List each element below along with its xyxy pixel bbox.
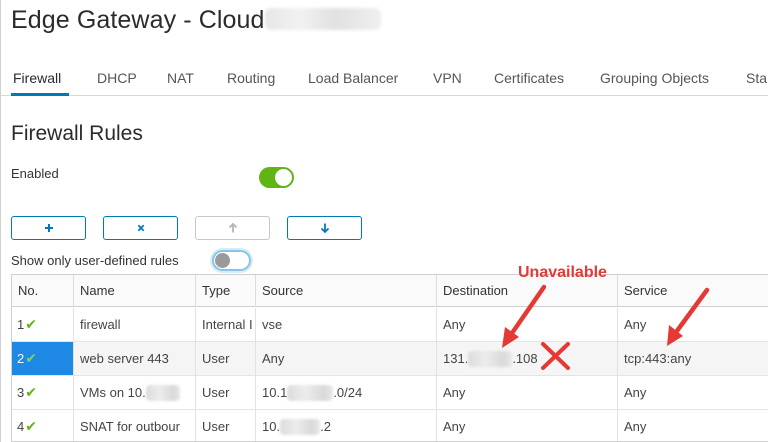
x-icon [137, 224, 144, 232]
check-icon: ✔ [25, 350, 37, 366]
rule-number-cell: 3✔ [12, 376, 73, 409]
check-icon: ✔ [25, 418, 37, 434]
page: Edge Gateway - Cloud Firewall DHCP NAT R… [0, 0, 768, 442]
enabled-label: Enabled [11, 166, 59, 181]
rule-name-prefix: VMs on 10. [80, 385, 146, 400]
tab-firewall[interactable]: Firewall [13, 70, 61, 86]
rule-destination-cell: Any [436, 376, 617, 409]
redacted-ip-segment [287, 385, 334, 401]
rule-source-cell: vse [255, 308, 436, 341]
rule-number: 4 [17, 419, 25, 434]
enabled-toggle[interactable] [259, 167, 294, 188]
plus-icon [44, 224, 53, 232]
column-header-source[interactable]: Source [255, 275, 436, 307]
redacted-ip-segment [280, 419, 321, 435]
toggle-knob [215, 253, 230, 268]
rule-number-cell: 2✔ [12, 342, 73, 375]
rule-name-cell: web server 443 [73, 342, 195, 375]
table-row[interactable]: 4✔ SNAT for outbour User 10. .2 Any Any [12, 410, 768, 441]
show-user-defined-toggle[interactable] [212, 250, 251, 271]
rule-type-cell: User [195, 410, 255, 441]
rule-type-cell: User [195, 342, 255, 375]
rule-type-cell: User [195, 376, 255, 409]
source-prefix: 10. [262, 419, 281, 434]
toggle-knob [275, 169, 292, 186]
tab-certificates[interactable]: Certificates [494, 70, 564, 86]
tab-vpn[interactable]: VPN [433, 70, 462, 86]
unavailable-annotation: Unavailable [518, 264, 607, 281]
active-tab-indicator [11, 93, 69, 96]
rule-number: 3 [17, 385, 25, 400]
rule-service-cell: tcp:443:any [617, 342, 768, 375]
redacted-name-segment [145, 385, 180, 401]
source-suffix: .0/24 [333, 385, 363, 400]
tab-statistics[interactable]: Sta [746, 70, 767, 86]
rule-number-cell: 4✔ [12, 410, 73, 441]
tab-load-balancer[interactable]: Load Balancer [308, 70, 398, 86]
show-user-defined-label: Show only user-defined rules [11, 253, 179, 268]
arrow-up-icon [228, 222, 237, 233]
tab-dhcp[interactable]: DHCP [97, 70, 137, 86]
rule-service-cell: Any [617, 376, 768, 409]
rule-source-cell: Any [255, 342, 436, 375]
move-up-button[interactable] [195, 216, 270, 240]
rule-service-cell: Any [617, 410, 768, 441]
tab-grouping-objects[interactable]: Grouping Objects [600, 70, 709, 86]
rule-name-cell: VMs on 10. [73, 376, 195, 409]
table-row[interactable]: 2✔ web server 443 User Any 131. .108 tcp:… [12, 342, 768, 376]
check-icon: ✔ [25, 316, 37, 332]
move-down-button[interactable] [287, 216, 362, 240]
rule-destination-cell: Any [436, 308, 617, 341]
check-icon: ✔ [25, 384, 37, 400]
tab-routing[interactable]: Routing [227, 70, 275, 86]
rule-destination-cell: Any [436, 410, 617, 441]
rule-name-cell: SNAT for outbour [73, 410, 195, 441]
column-header-no[interactable]: No. [12, 275, 73, 307]
source-prefix: 10.1 [262, 385, 288, 400]
rule-source-cell: 10. .2 [255, 410, 436, 441]
rule-source-cell: 10.1 .0/24 [255, 376, 436, 409]
add-rule-button[interactable] [11, 216, 86, 240]
rule-service-cell: Any [617, 308, 768, 341]
destination-prefix: 131. [443, 351, 469, 366]
page-title-text: Edge Gateway - Cloud [11, 6, 265, 34]
rule-number: 1 [17, 317, 25, 332]
column-header-name[interactable]: Name [73, 275, 195, 307]
rule-destination-cell: 131. .108 [436, 342, 617, 375]
redacted-gateway-name [264, 8, 381, 30]
column-header-service[interactable]: Service [617, 275, 768, 307]
tab-bar: Firewall DHCP NAT Routing Load Balancer … [1, 66, 768, 96]
table-row[interactable]: 1✔ firewall Internal I vse Any Any [12, 308, 768, 342]
table-row[interactable]: 3✔ VMs on 10. User 10.1 .0/24 Any Any [12, 376, 768, 410]
table-header: No. Name Type Source Destination Service [12, 275, 768, 307]
redacted-ip-segment [468, 351, 513, 367]
page-title: Edge Gateway - Cloud [11, 6, 381, 35]
column-header-type[interactable]: Type [195, 275, 255, 307]
rule-type-cell: Internal I [195, 308, 255, 341]
arrow-down-icon [320, 223, 329, 234]
destination-suffix: .108 [512, 351, 538, 366]
delete-rule-button[interactable] [103, 216, 178, 240]
rule-number: 2 [17, 351, 25, 366]
firewall-rules-table: No. Name Type Source Destination Service… [11, 274, 768, 442]
section-title: Firewall Rules [11, 122, 143, 145]
source-suffix: .2 [320, 419, 331, 434]
tab-nat[interactable]: NAT [167, 70, 194, 86]
rule-name-cell: firewall [73, 308, 195, 341]
rule-number-cell: 1✔ [12, 308, 73, 341]
